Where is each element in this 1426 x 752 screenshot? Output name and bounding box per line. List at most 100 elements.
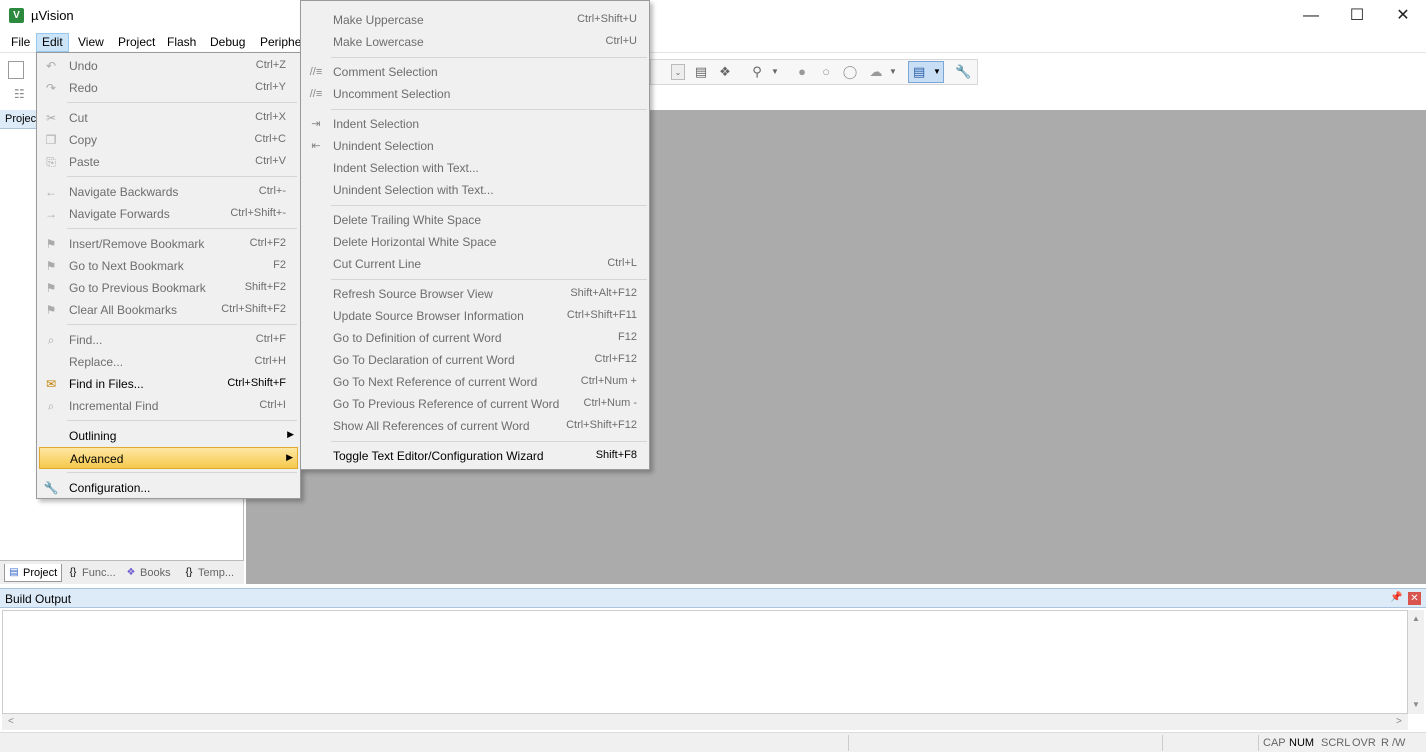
menu-item-label: Copy xyxy=(69,133,98,147)
menu-item-next-bookmark[interactable]: ⚑ Go to Next Bookmark F2 xyxy=(39,255,298,277)
maximize-button[interactable]: ☐ xyxy=(1334,0,1380,31)
submenu-arrow-icon: ▶ xyxy=(286,452,293,462)
uncomment-icon: //≡ xyxy=(309,88,323,100)
menu-separator xyxy=(331,279,647,280)
menu-item-insert-remove-bookmark[interactable]: ⚑ Insert/Remove Bookmark Ctrl+F2 xyxy=(39,233,298,255)
menu-flash[interactable]: Flash xyxy=(162,33,201,52)
menu-item-previous-bookmark[interactable]: ⚑ Go to Previous Bookmark Shift+F2 xyxy=(39,277,298,299)
menu-item-copy[interactable]: ❐ Copy Ctrl+C xyxy=(39,129,298,151)
scroll-up-icon[interactable]: ▲ xyxy=(1412,614,1420,623)
menu-item-cut-current-line[interactable]: Cut Current Line Ctrl+L xyxy=(303,253,647,275)
menu-item-replace[interactable]: Replace... Ctrl+H xyxy=(39,351,298,373)
menu-item-update-source-browser[interactable]: Update Source Browser Information Ctrl+S… xyxy=(303,305,647,327)
menu-item-delete-trailing-whitespace[interactable]: Delete Trailing White Space xyxy=(303,209,647,231)
scroll-down-icon[interactable]: ▼ xyxy=(1412,700,1420,709)
status-separator xyxy=(1258,735,1259,751)
horizontal-scrollbar[interactable]: < > xyxy=(2,714,1408,730)
menu-item-go-to-next-reference[interactable]: Go To Next Reference of current Word Ctr… xyxy=(303,371,647,393)
menu-item-make-lowercase[interactable]: Make Lowercase Ctrl+U xyxy=(303,31,647,53)
menu-item-go-to-declaration[interactable]: Go To Declaration of current Word Ctrl+F… xyxy=(303,349,647,371)
zoom-icon[interactable]: ⚲ xyxy=(749,64,765,80)
new-file-icon[interactable] xyxy=(8,61,24,79)
menu-item-navigate-forwards[interactable]: → Navigate Forwards Ctrl+Shift+- xyxy=(39,203,298,225)
menu-item-advanced[interactable]: Advanced ▶ xyxy=(39,447,298,469)
minimize-button[interactable]: — xyxy=(1288,0,1334,31)
menu-item-label: Go to Definition of current Word xyxy=(333,331,502,345)
menu-item-find[interactable]: ⌕ Find... Ctrl+F xyxy=(39,329,298,351)
menu-item-unindent-with-text[interactable]: Unindent Selection with Text... xyxy=(303,179,647,201)
menu-item-make-uppercase[interactable]: Make Uppercase Ctrl+Shift+U xyxy=(303,9,647,31)
tab-books[interactable]: ❖ Books xyxy=(122,564,178,582)
title-bar: V µVision — ☐ ✕ xyxy=(0,0,1426,31)
menu-item-indent-with-text[interactable]: Indent Selection with Text... xyxy=(303,157,647,179)
menu-item-find-in-files[interactable]: ✉ Find in Files... Ctrl+Shift+F xyxy=(39,373,298,395)
tab-functions[interactable]: {} Func... xyxy=(64,564,120,582)
breakpoint-dropdown-icon[interactable]: ▼ xyxy=(885,64,901,80)
tab-templates[interactable]: {} Temp... xyxy=(180,564,240,582)
menu-item-shortcut: Ctrl+X xyxy=(255,111,286,123)
menu-project[interactable]: Project xyxy=(113,33,160,52)
copy-icon: ❐ xyxy=(45,133,57,147)
dropdown-arrow-icon[interactable]: ⌄ xyxy=(671,64,685,80)
menu-item-show-all-references[interactable]: Show All References of current Word Ctrl… xyxy=(303,415,647,437)
menu-item-shortcut: Ctrl+Shift+F xyxy=(227,377,286,389)
incremental-find-icon[interactable]: ❖ xyxy=(717,64,733,80)
window-select-button[interactable]: ▤ ▼ xyxy=(908,61,944,83)
menu-separator xyxy=(331,57,647,58)
menu-separator xyxy=(67,472,297,473)
find-icon[interactable]: ▤ xyxy=(693,64,709,80)
menu-peripherals[interactable]: Periphe xyxy=(255,33,306,52)
breakpoint-empty-icon[interactable]: ○ xyxy=(818,64,834,80)
templates-icon: {} xyxy=(185,567,193,578)
vertical-scrollbar[interactable]: ▲ ▼ xyxy=(1408,610,1424,714)
menu-item-redo[interactable]: ↷ Redo Ctrl+Y xyxy=(39,77,298,99)
menu-item-toggle-editor-wizard[interactable]: Toggle Text Editor/Configuration Wizard … xyxy=(303,445,647,467)
scroll-left-icon[interactable]: < xyxy=(8,716,14,727)
zoom-dropdown-icon[interactable]: ▼ xyxy=(767,64,783,80)
menu-item-go-to-previous-reference[interactable]: Go To Previous Reference of current Word… xyxy=(303,393,647,415)
breakpoint-disable-icon[interactable]: ◯ xyxy=(842,64,858,80)
arrow-right-icon: → xyxy=(45,207,57,221)
menu-item-label: Insert/Remove Bookmark xyxy=(69,237,205,251)
menu-item-configuration[interactable]: 🔧 Configuration... xyxy=(39,477,298,499)
menu-item-label: Delete Trailing White Space xyxy=(333,213,482,227)
menu-item-uncomment-selection[interactable]: //≡ Uncomment Selection xyxy=(303,83,647,105)
bookmark-icon: ⚑ xyxy=(45,237,57,251)
build-output-body[interactable] xyxy=(2,610,1408,714)
menu-item-shortcut: Ctrl+Num - xyxy=(583,397,637,409)
build-icon[interactable]: ☷ xyxy=(14,87,32,103)
scroll-right-icon[interactable]: > xyxy=(1396,716,1402,727)
menu-item-label: Navigate Backwards xyxy=(69,185,179,199)
close-button[interactable]: ✕ xyxy=(1380,0,1426,31)
menu-item-indent-selection[interactable]: ⇥ Indent Selection xyxy=(303,113,647,135)
build-output-header: Build Output 📌 ✕ xyxy=(0,588,1426,608)
menu-item-delete-horizontal-whitespace[interactable]: Delete Horizontal White Space xyxy=(303,231,647,253)
menu-item-label: Replace... xyxy=(69,355,124,369)
pin-icon[interactable]: 📌 xyxy=(1390,592,1402,604)
menu-item-undo[interactable]: ↶ Undo Ctrl+Z xyxy=(39,55,298,77)
tab-books-label: Books xyxy=(140,567,171,579)
menu-file[interactable]: File xyxy=(6,33,35,52)
options-wrench-icon[interactable]: 🔧 xyxy=(955,64,971,80)
menu-debug[interactable]: Debug xyxy=(205,33,250,52)
menu-item-paste[interactable]: ⎘ Paste Ctrl+V xyxy=(39,151,298,173)
breakpoint-filled-icon[interactable]: ● xyxy=(794,64,810,80)
menu-view[interactable]: View xyxy=(73,33,109,52)
menu-item-navigate-backwards[interactable]: ← Navigate Backwards Ctrl+- xyxy=(39,181,298,203)
kill-breakpoints-icon[interactable]: ☁ xyxy=(868,64,884,80)
menu-item-incremental-find[interactable]: ⌕ Incremental Find Ctrl+I xyxy=(39,395,298,417)
menu-item-refresh-source-browser[interactable]: Refresh Source Browser View Shift+Alt+F1… xyxy=(303,283,647,305)
menu-item-go-to-definition[interactable]: Go to Definition of current Word F12 xyxy=(303,327,647,349)
menu-edit[interactable]: Edit xyxy=(36,33,69,52)
menu-item-cut[interactable]: ✂ Cut Ctrl+X xyxy=(39,107,298,129)
menu-item-label: Go to Next Bookmark xyxy=(69,259,184,273)
tab-project[interactable]: ▤ Project xyxy=(4,564,62,582)
menu-item-shortcut: Shift+F2 xyxy=(244,281,286,293)
menu-item-label: Make Lowercase xyxy=(333,35,424,49)
menu-item-outlining[interactable]: Outlining ▶ xyxy=(39,425,298,447)
menu-item-clear-bookmarks[interactable]: ⚑ Clear All Bookmarks Ctrl+Shift+F2 xyxy=(39,299,298,321)
menu-item-unindent-selection[interactable]: ⇤ Unindent Selection xyxy=(303,135,647,157)
menu-item-label: Go To Declaration of current Word xyxy=(333,353,515,367)
menu-item-comment-selection[interactable]: //≡ Comment Selection xyxy=(303,61,647,83)
close-panel-icon[interactable]: ✕ xyxy=(1408,592,1421,605)
